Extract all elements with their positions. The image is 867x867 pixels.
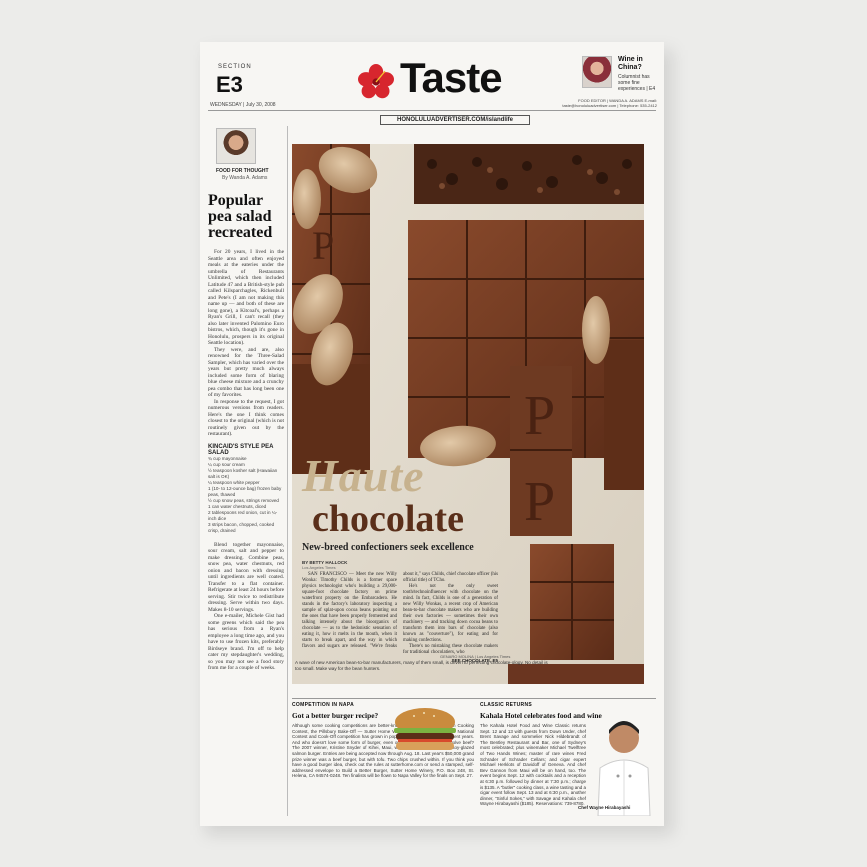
ingredient: 3 strips bacon, chopped, cooked crisp, d… bbox=[208, 521, 275, 533]
article-affiliation: Los Angeles Times bbox=[302, 565, 336, 570]
photo-caption: A wave of new American bean-to-bar manuf… bbox=[295, 660, 548, 671]
ingredient: 1 (10- to 12-ounce bag) frozen baby peas… bbox=[208, 485, 282, 497]
photo-credit: GENARO MOLINA | Los Angeles Times bbox=[440, 654, 511, 659]
article-deck: New-breed confectioners seek excellence bbox=[302, 542, 474, 553]
column-paragraph: In response to the request, I got numero… bbox=[208, 398, 284, 438]
section-title: Taste bbox=[400, 54, 503, 101]
recipe-title: KINCAID'S STYLE PEA SALAD bbox=[208, 443, 274, 456]
svg-text:P: P bbox=[524, 471, 555, 533]
boxes-rule bbox=[292, 698, 656, 699]
svg-text:P: P bbox=[312, 223, 334, 268]
column-paragraph: For 20 years, I lived in the Seattle are… bbox=[208, 249, 284, 346]
column-kicker: FOOD FOR THOUGHT bbox=[216, 168, 269, 174]
ingredient: 2 tablespoons red onion, cut in ¼-inch d… bbox=[208, 509, 278, 521]
headline-haute: Haute bbox=[302, 450, 425, 501]
recipe-method: Blend together mayonnaise, sour cream, s… bbox=[208, 542, 284, 672]
column-tail: One e-mailer, Michele Gist had some gree… bbox=[208, 613, 284, 671]
column-body: For 20 years, I lived in the Seattle are… bbox=[208, 249, 284, 438]
section-label: SECTION bbox=[218, 64, 252, 70]
svg-text:P: P bbox=[524, 385, 555, 447]
site-url[interactable]: HONOLULUADVERTISER.COM/islandlife bbox=[380, 115, 530, 125]
teaser-text: Columnist has some fine experiences | E4 bbox=[618, 74, 656, 92]
article-body: BY BETTY HALLOCK Los Angeles Times SAN F… bbox=[302, 560, 498, 663]
masthead-rule bbox=[208, 110, 656, 111]
kahala-text: The Kahala Hotel Food and Wine Classic r… bbox=[480, 723, 587, 807]
chef-photo bbox=[597, 721, 651, 816]
left-column: FOOD FOR THOUGHT By Wanda A. Adams Popul… bbox=[208, 126, 284, 822]
column-headline: Popular pea salad recreated bbox=[208, 192, 273, 241]
teaser-title[interactable]: Wine in China? bbox=[618, 56, 662, 72]
headline-chocolate: chocolate bbox=[312, 498, 464, 540]
ingredient-list: ¾ cup mayonnaise ¼ cup sour cream ½ teas… bbox=[208, 456, 284, 534]
burger-image bbox=[394, 708, 456, 750]
column-paragraph: They were, and are, also renowned for th… bbox=[208, 346, 284, 399]
ingredient: ½ cup snow peas, strings removed bbox=[208, 497, 279, 503]
article-paragraph: He's not the only sweet tooth/technoinfl… bbox=[403, 584, 498, 643]
chef-caption: Chef Wayne Hirabayashi bbox=[578, 805, 631, 810]
section-number: E3 bbox=[216, 72, 243, 97]
method-text: Blend together mayonnaise, sour cream, s… bbox=[208, 541, 284, 613]
kahala-kicker: CLASSIC RETURNS bbox=[480, 702, 533, 708]
column-divider bbox=[287, 126, 288, 816]
issue-date: WEDNESDAY | July 30, 2008 bbox=[210, 102, 276, 108]
hibiscus-icon bbox=[358, 64, 394, 99]
editor-contact: FOOD EDITOR | WANDA A. ADAMS E-mail: tas… bbox=[562, 98, 657, 108]
teaser-photo bbox=[582, 56, 612, 88]
ingredient: ½ teaspoon kosher salt (Hawaiian salt is… bbox=[208, 467, 278, 479]
column-byline: By Wanda A. Adams bbox=[222, 175, 268, 181]
article-text: SAN FRANCISCO — Meet the new Willy Wonka… bbox=[302, 572, 498, 656]
author-photo bbox=[216, 128, 256, 164]
newspaper-page: SECTION E3 WEDNESDAY | July 30, 2008 Tas… bbox=[200, 42, 664, 826]
